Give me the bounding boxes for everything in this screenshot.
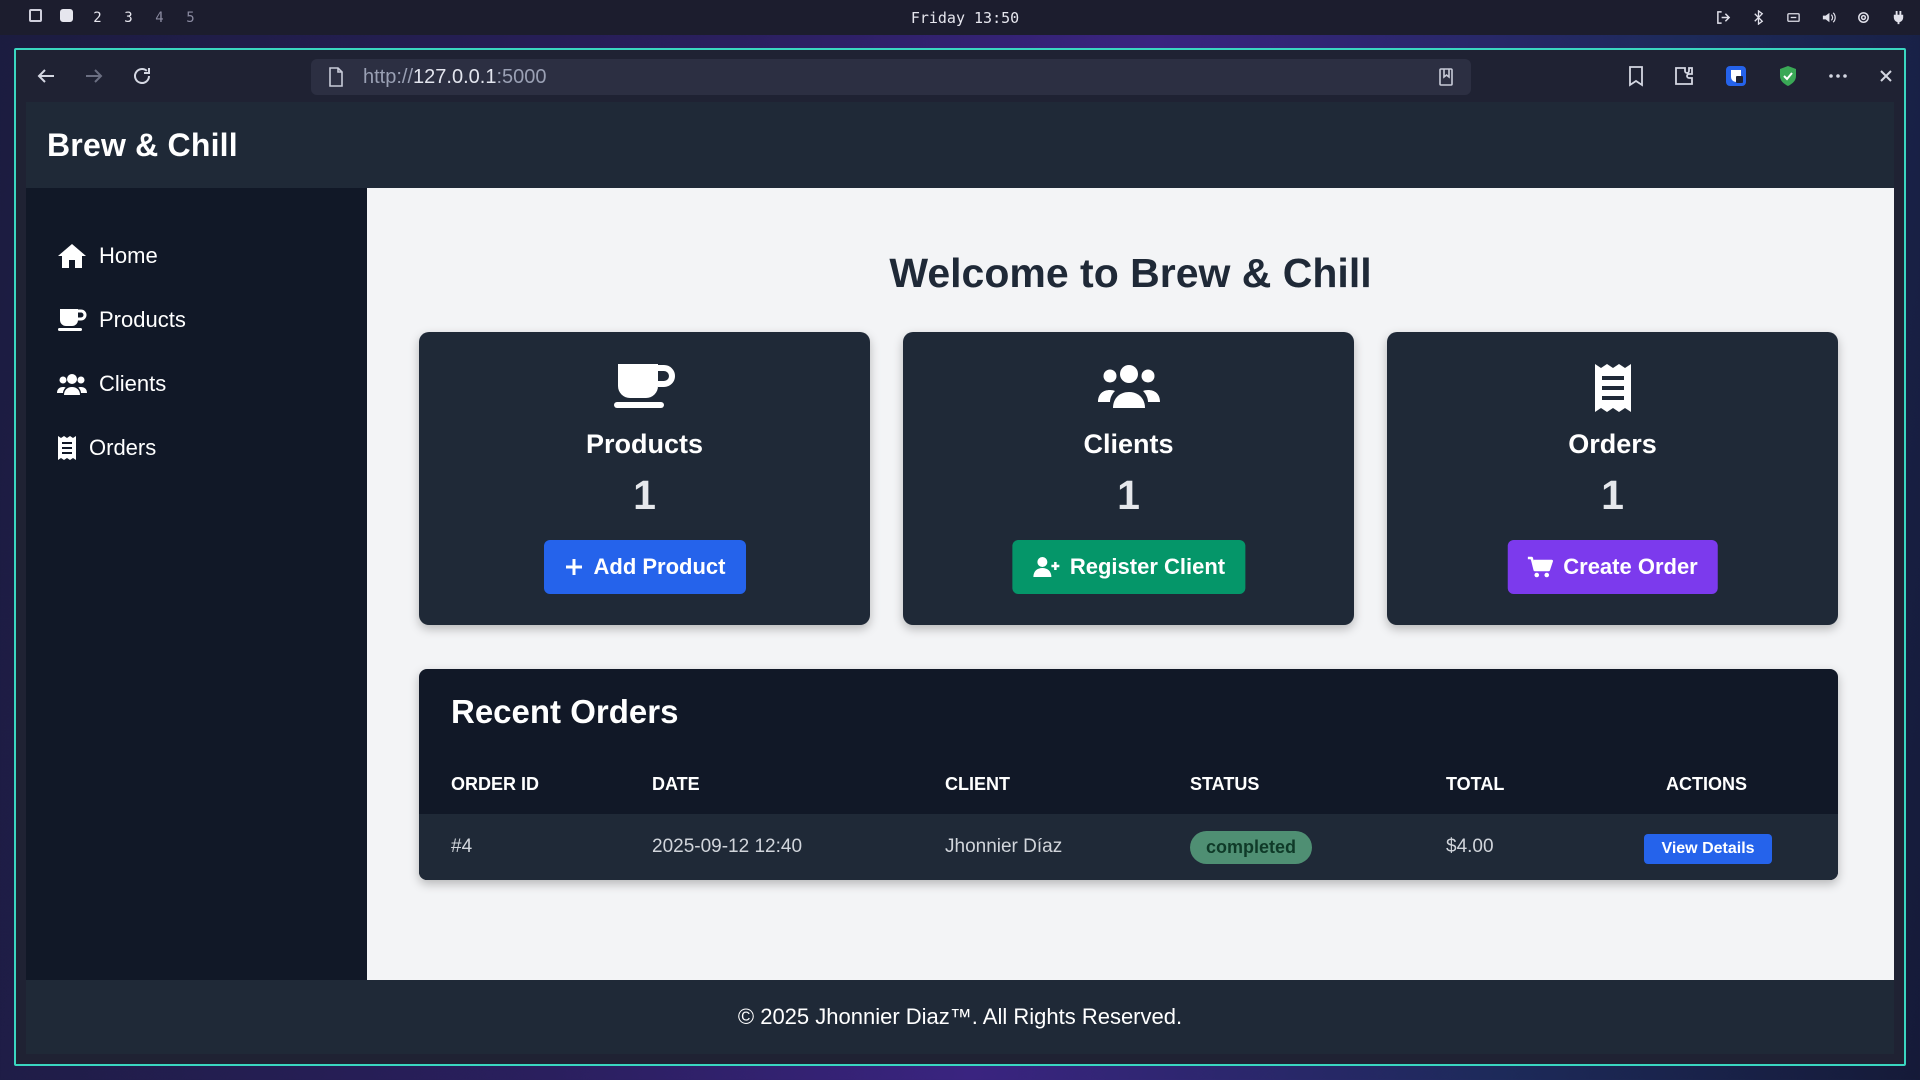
card-title: Orders: [1568, 429, 1657, 459]
sidebar-item-orders[interactable]: Orders: [57, 435, 156, 461]
page-icon: [327, 67, 345, 92]
products-card: Products 1 Add Product: [419, 332, 870, 625]
clients-count: 1: [1117, 472, 1140, 518]
home-icon: [58, 244, 86, 268]
forward-arrow-icon[interactable]: [82, 64, 106, 88]
shield-icon[interactable]: [1776, 64, 1800, 88]
main-content: Welcome to Brew & Chill Products 1 Add P…: [367, 188, 1894, 980]
order-date-cell: 2025-09-12 12:40: [652, 836, 803, 857]
os-top-bar: 2 3 4 5 Friday 13:50: [0, 0, 1920, 35]
button-label: Add Product: [593, 554, 726, 579]
browser-window: http://127.0.0.1:5000 Brew & Chill Home …: [14, 48, 1906, 1066]
register-client-button[interactable]: Register Client: [1011, 540, 1246, 594]
clock: Friday 13:50: [910, 8, 1020, 27]
receipt-icon: [58, 436, 76, 460]
cart-icon: [1527, 556, 1553, 578]
recent-orders-title: Recent Orders: [451, 693, 679, 730]
back-arrow-icon[interactable]: [34, 64, 58, 88]
coffee-cup-icon: [58, 309, 87, 331]
browser-toolbar: http://127.0.0.1:5000: [16, 50, 1904, 102]
app-footer: © 2025 Jhonnier Diaz™. All Rights Reserv…: [26, 980, 1894, 1054]
password-manager-icon[interactable]: [1724, 64, 1748, 88]
reload-icon[interactable]: [130, 64, 154, 88]
logout-icon[interactable]: [1716, 10, 1731, 25]
sidebar-item-products[interactable]: Products: [57, 307, 186, 333]
page-viewport: Brew & Chill Home Products Clients Order…: [26, 102, 1894, 1054]
status-badge: completed: [1190, 831, 1313, 864]
users-icon: [57, 374, 87, 395]
sidebar-item-label: Clients: [99, 371, 167, 396]
bookmarks-icon[interactable]: [1624, 64, 1648, 88]
column-header-status: STATUS: [1190, 774, 1260, 794]
url-port: :5000: [496, 65, 547, 88]
sidebar-item-clients[interactable]: Clients: [57, 371, 166, 397]
bookmark-page-icon[interactable]: [1437, 67, 1457, 92]
orders-card: Orders 1 Create Order: [1387, 332, 1838, 625]
page-title: Welcome to Brew & Chill: [889, 250, 1372, 296]
url-text: http://127.0.0.1:5000: [363, 66, 547, 89]
view-details-button[interactable]: View Details: [1644, 834, 1772, 864]
column-header-order-id: ORDER ID: [451, 774, 540, 794]
column-header-actions: ACTIONS: [1666, 774, 1747, 794]
column-header-date: DATE: [652, 774, 700, 794]
clients-card: Clients 1 Register Client: [903, 332, 1354, 625]
plus-icon: [565, 559, 582, 575]
button-label: Register Client: [1069, 554, 1226, 579]
receipt-icon: [1594, 364, 1631, 412]
column-header-total: TOTAL: [1446, 774, 1505, 794]
order-total-cell: $4.00: [1446, 836, 1494, 857]
recent-orders-panel: Recent Orders ORDER ID DATE CLIENT STATU…: [419, 669, 1838, 880]
url-scheme: http://: [363, 65, 414, 88]
app-header: Brew & Chill: [26, 102, 1894, 188]
create-order-button[interactable]: Create Order: [1507, 540, 1718, 594]
brand-title[interactable]: Brew & Chill: [47, 127, 238, 164]
extensions-icon[interactable]: [1672, 64, 1696, 88]
volume-icon[interactable]: [1821, 10, 1836, 25]
sidebar-item-home[interactable]: Home: [57, 243, 158, 269]
products-count: 1: [633, 472, 656, 518]
orders-count: 1: [1601, 472, 1624, 518]
sidebar: Home Products Clients Orders: [26, 188, 367, 980]
url-host: 127.0.0.1: [413, 65, 497, 88]
bluetooth-icon[interactable]: [1751, 9, 1766, 26]
card-title: Clients: [1083, 429, 1174, 459]
order-client-cell: Jhonnier Díaz: [945, 836, 1063, 857]
settings-icon[interactable]: [1856, 10, 1871, 25]
address-bar[interactable]: http://127.0.0.1:5000: [311, 59, 1471, 95]
column-header-client: CLIENT: [945, 774, 1010, 794]
add-product-button[interactable]: Add Product: [543, 540, 746, 594]
more-menu-icon[interactable]: [1826, 64, 1850, 88]
button-label: Create Order: [1563, 554, 1698, 579]
table-row: #4 2025-09-12 12:40 Jhonnier Díaz comple…: [419, 814, 1838, 880]
sidebar-item-label: Home: [99, 243, 158, 268]
power-icon[interactable]: [1891, 10, 1906, 25]
users-icon: [1097, 365, 1160, 408]
sidebar-item-label: Orders: [89, 435, 157, 460]
order-id-cell: #4: [451, 836, 473, 857]
coffee-cup-icon: [613, 364, 675, 408]
system-tray: [1716, 0, 1906, 35]
card-title: Products: [585, 429, 704, 459]
network-icon[interactable]: [1786, 10, 1801, 25]
sidebar-item-label: Products: [99, 307, 186, 332]
user-plus-icon: [1032, 557, 1059, 577]
close-window-icon[interactable]: [1874, 64, 1898, 88]
